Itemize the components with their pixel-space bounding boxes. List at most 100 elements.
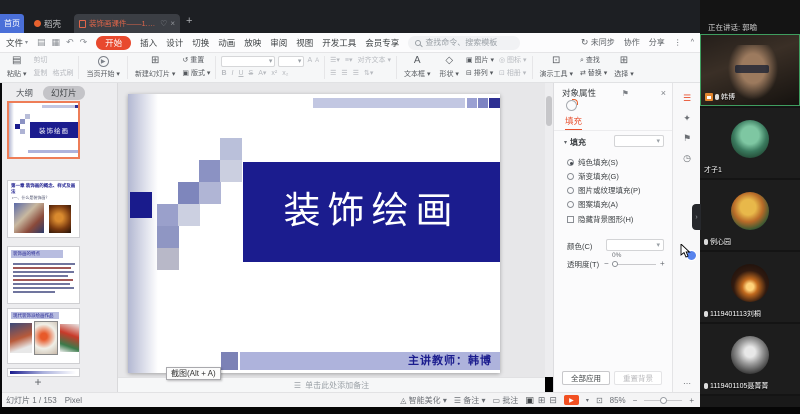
fill-tab[interactable]: 填充 [565, 115, 582, 131]
align-text-button[interactable]: 对齐文本 ▾ [358, 55, 391, 67]
menu-tab-transition[interactable]: 切换 [192, 37, 209, 49]
icon-lib-button[interactable]: ◎ 图标 ▾ [499, 55, 527, 67]
slide-thumbnail-1[interactable]: 装饰绘画 [7, 101, 80, 159]
option-gradient-fill[interactable]: 渐变填充(G) [567, 171, 619, 182]
menu-tab-home[interactable]: 开始 [96, 36, 131, 50]
find-button[interactable]: ⌕ 查找 [580, 55, 607, 67]
tab-outline[interactable]: 大纲 [16, 87, 33, 99]
align-left-icon[interactable]: ☰ [330, 68, 336, 80]
transparency-plus[interactable]: + [660, 259, 665, 268]
arrange-button[interactable]: ⊟ 排列 ▾ [466, 68, 494, 80]
apply-all-button[interactable]: 全部应用 [562, 371, 610, 385]
slide-title-text[interactable]: 装饰绘画 [243, 162, 500, 262]
new-tab-button[interactable]: + [186, 15, 192, 27]
fit-window-icon[interactable]: ⊡ [596, 396, 603, 405]
line-spacing-icon[interactable]: ⇅▾ [364, 68, 373, 80]
history-pane-icon[interactable]: ◷ [673, 153, 701, 164]
italic-button[interactable]: I [232, 68, 234, 80]
transparency-slider[interactable] [612, 264, 656, 265]
more-menu-icon[interactable]: ⋮ [674, 38, 682, 47]
tab-wps-home[interactable]: 首页 [0, 14, 24, 33]
sorter-view-icon[interactable]: ⊞ [538, 395, 546, 406]
font-size-select[interactable]: ▾ [278, 56, 304, 67]
radio[interactable] [567, 187, 574, 194]
notes-toggle[interactable]: ☰ 备注 ▾ [454, 395, 486, 406]
text-box-button[interactable]: A 文本框 ▾ [402, 55, 432, 80]
color-select[interactable]: ▾ [606, 239, 664, 251]
normal-view-icon[interactable]: ▣ [525, 395, 534, 406]
share-button[interactable]: 分享 [649, 37, 665, 48]
slide-thumbnail-3[interactable]: 装饰画的特点 [7, 246, 80, 304]
slide-footer-text[interactable]: 主讲教师：韩博 [240, 352, 492, 370]
video-tile-2[interactable]: 才子1 [700, 108, 800, 178]
subscript-icon[interactable]: x₂ [282, 68, 288, 80]
reset-background-button[interactable]: 重置背景 [614, 371, 662, 385]
picture-button[interactable]: ▣ 图片 ▾ [466, 55, 494, 67]
zoom-out-button[interactable]: − [633, 396, 638, 405]
quick-access-toolbar[interactable]: ▤ ▦ ↶ ↷ [37, 37, 87, 48]
slideshow-play-button[interactable]: ▶ [564, 395, 579, 405]
pin-icon[interactable]: ⚑ [622, 89, 629, 98]
menu-tab-view[interactable]: 视图 [296, 37, 313, 49]
close-panel-icon[interactable]: × [661, 88, 666, 98]
bullets-icon[interactable]: ☰▾ [330, 55, 340, 67]
slide-thumbnail-2[interactable]: 第一章 装饰画的概念、样式及画法 •一、什么是装饰画？ [7, 180, 80, 238]
favorite-icon[interactable]: ♡ [160, 19, 167, 28]
command-search-box[interactable]: 查找命令、搜索模板 [408, 36, 520, 50]
zoom-slider-knob[interactable] [660, 397, 667, 404]
video-tile-3[interactable]: 例心园 [700, 180, 800, 250]
slide[interactable]: 装饰绘画 主讲教师：韩博 [128, 94, 500, 373]
save-icon[interactable]: ▤ [37, 37, 46, 48]
slide-thumbnail-4[interactable]: 现代装饰派绘画作品 [7, 308, 80, 364]
tab-document[interactable]: 装饰画课件——1.pptx ♡ × [74, 14, 180, 33]
menu-file[interactable]: 文件▾ [6, 37, 28, 49]
shapes-button[interactable]: ◇ 形状 ▾ [437, 55, 460, 80]
new-slide-button[interactable]: ⊞ 新建幻灯片 ▾ [133, 55, 177, 80]
cut-button[interactable]: 剪切 [33, 55, 47, 67]
bold-button[interactable]: B [221, 68, 226, 80]
copy-button[interactable]: 复制 [33, 68, 47, 80]
close-tab-icon[interactable]: × [170, 19, 175, 28]
option-pattern-fill[interactable]: 图案填充(A) [567, 199, 618, 210]
decrease-font-icon[interactable]: A [315, 55, 319, 67]
canvas-scrollbar-thumb[interactable] [546, 96, 552, 126]
replace-button[interactable]: ⇄ 替换 ▾ [580, 68, 607, 80]
menu-tab-slideshow[interactable]: 放映 [244, 37, 261, 49]
radio[interactable] [567, 201, 574, 208]
effects-pane-icon[interactable]: ✦ [673, 113, 701, 124]
undo-icon[interactable]: ↶ [66, 37, 74, 48]
checkbox[interactable] [567, 216, 574, 223]
format-painter-button[interactable]: 格式刷 [52, 68, 73, 80]
strikethrough-button[interactable]: S [249, 68, 254, 80]
select-button[interactable]: ⊞ 选择 ▾ [612, 55, 635, 80]
present-tools-button[interactable]: ⊡ 演示工具 ▾ [538, 55, 575, 80]
collapse-ribbon-icon[interactable]: ^ [691, 39, 694, 46]
underline-button[interactable]: U [238, 68, 243, 80]
increase-font-icon[interactable]: A [307, 55, 312, 67]
menu-tab-insert[interactable]: 插入 [140, 37, 157, 49]
menu-tab-review[interactable]: 审阅 [270, 37, 287, 49]
play-options-caret[interactable]: ▾ [586, 397, 589, 404]
radio[interactable] [567, 173, 574, 180]
option-hide-background[interactable]: 隐藏背景图形(H) [567, 214, 633, 225]
transparency-knob[interactable] [612, 261, 618, 267]
menu-tab-animation[interactable]: 动画 [218, 37, 235, 49]
zoom-slider[interactable] [644, 400, 682, 401]
add-slide-button[interactable]: + [30, 375, 46, 389]
layout-button[interactable]: ▣ 版式 ▾ [182, 68, 210, 80]
more-panes-icon[interactable]: ⋯ [673, 379, 701, 388]
fill-preset-select[interactable]: ▾ [614, 135, 664, 147]
album-button[interactable]: ⊡ 相册 ▾ [499, 68, 527, 80]
menu-tab-design[interactable]: 设计 [166, 37, 183, 49]
comments-toggle[interactable]: ▭ 批注 [493, 395, 519, 406]
font-family-select[interactable]: ▾ [221, 56, 275, 67]
reset-button[interactable]: ↺ 重置 [182, 55, 210, 67]
video-tile-4[interactable]: 1119401113刘桐 [700, 252, 800, 322]
align-right-icon[interactable]: ☰ [353, 68, 359, 80]
canvas-scrollbar[interactable] [545, 83, 553, 377]
beautify-button[interactable]: ◬ 智能美化 ▾ [400, 395, 447, 406]
zoom-in-button[interactable]: + [689, 396, 694, 405]
print-icon[interactable]: ▦ [52, 37, 61, 48]
redo-icon[interactable]: ↷ [80, 37, 88, 48]
collaborate-button[interactable]: 协作 [624, 37, 640, 48]
